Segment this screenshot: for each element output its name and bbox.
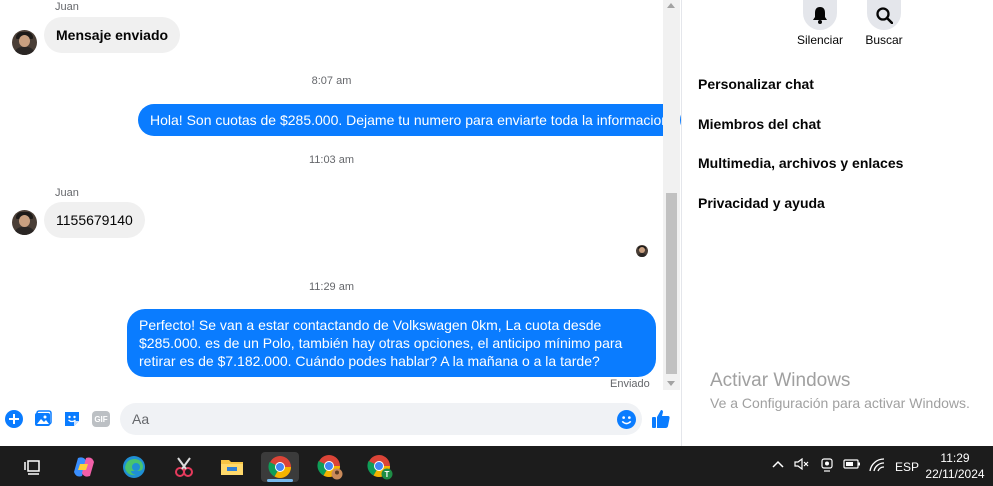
message-timestamp: 8:07 am — [311, 75, 352, 87]
thumbs-up-icon[interactable] — [651, 409, 671, 429]
show-hidden-icons-chevron-icon[interactable] — [772, 458, 784, 472]
svg-text:T: T — [385, 470, 390, 479]
menu-media-files-links[interactable]: Multimedia, archivos y enlaces — [698, 155, 903, 171]
message-bubble-incoming[interactable]: Mensaje enviado — [44, 17, 181, 53]
chrome-profile-icon[interactable] — [311, 452, 349, 482]
message-bubble-outgoing[interactable]: Hola! Son cuotas de $285.000. Dejame tu … — [138, 104, 682, 136]
copilot-icon[interactable] — [65, 452, 103, 482]
emoji-icon[interactable] — [616, 409, 636, 429]
read-receipt-avatar — [636, 245, 648, 257]
snipping-tool-icon[interactable] — [165, 452, 203, 482]
language-indicator[interactable]: ESP — [895, 460, 919, 474]
avatar[interactable] — [12, 210, 37, 235]
photo-icon[interactable] — [33, 409, 53, 429]
search-button[interactable] — [867, 0, 901, 30]
chat-pane: Juan Mensaje enviado 8:07 am Hola! Son c… — [0, 0, 682, 446]
task-view-icon[interactable] — [14, 452, 52, 482]
edge-icon[interactable] — [115, 452, 153, 482]
message-timestamp: 11:03 am — [308, 154, 355, 166]
clock-time: 11:29 — [940, 451, 970, 465]
plus-circle-icon[interactable] — [4, 409, 24, 429]
sender-name: Juan — [55, 1, 79, 13]
clock-date: 22/11/2024 — [925, 467, 985, 481]
sender-name: Juan — [55, 187, 79, 199]
activate-windows-subtitle: Ve a Configuración para activar Windows. — [710, 395, 970, 411]
file-explorer-icon[interactable] — [213, 452, 251, 482]
menu-privacy-help[interactable]: Privacidad y ayuda — [698, 195, 825, 211]
scroll-down-arrow-icon[interactable] — [667, 381, 675, 386]
sticker-icon[interactable] — [62, 409, 82, 429]
wifi-icon[interactable] — [869, 458, 885, 475]
activate-windows-title: Activar Windows — [710, 370, 851, 391]
scroll-thumb[interactable] — [666, 193, 677, 374]
message-input[interactable] — [120, 403, 642, 435]
chrome-profile-t-icon[interactable]: T — [361, 452, 399, 482]
message-composer: GIF — [0, 400, 681, 440]
battery-icon[interactable] — [843, 458, 861, 473]
system-clock[interactable]: 11:29 22/11/2024 — [922, 450, 988, 482]
camera-privacy-icon[interactable] — [820, 458, 834, 475]
volume-muted-icon[interactable] — [794, 457, 810, 473]
menu-customize-chat[interactable]: Personalizar chat — [698, 76, 814, 92]
search-icon — [875, 6, 893, 24]
message-bubble-outgoing[interactable]: Perfecto! Se van a estar contactando de … — [127, 309, 656, 377]
message-timestamp: 11:29 am — [308, 281, 355, 293]
delivery-status: Enviado — [610, 378, 650, 390]
menu-chat-members[interactable]: Miembros del chat — [698, 116, 821, 132]
mute-label: Silenciar — [796, 33, 844, 47]
taskbar: T ESP 11:29 22/11/2024 — [0, 446, 993, 486]
avatar[interactable] — [12, 30, 37, 55]
scroll-up-arrow-icon[interactable] — [667, 3, 675, 8]
message-bubble-incoming[interactable]: 1155679140 — [44, 202, 145, 238]
chat-scrollbar[interactable] — [663, 0, 680, 390]
gif-icon[interactable]: GIF — [91, 409, 111, 429]
chrome-icon[interactable] — [261, 452, 299, 482]
mute-button[interactable] — [803, 0, 837, 30]
bell-icon — [813, 7, 827, 24]
search-label: Buscar — [865, 33, 903, 47]
